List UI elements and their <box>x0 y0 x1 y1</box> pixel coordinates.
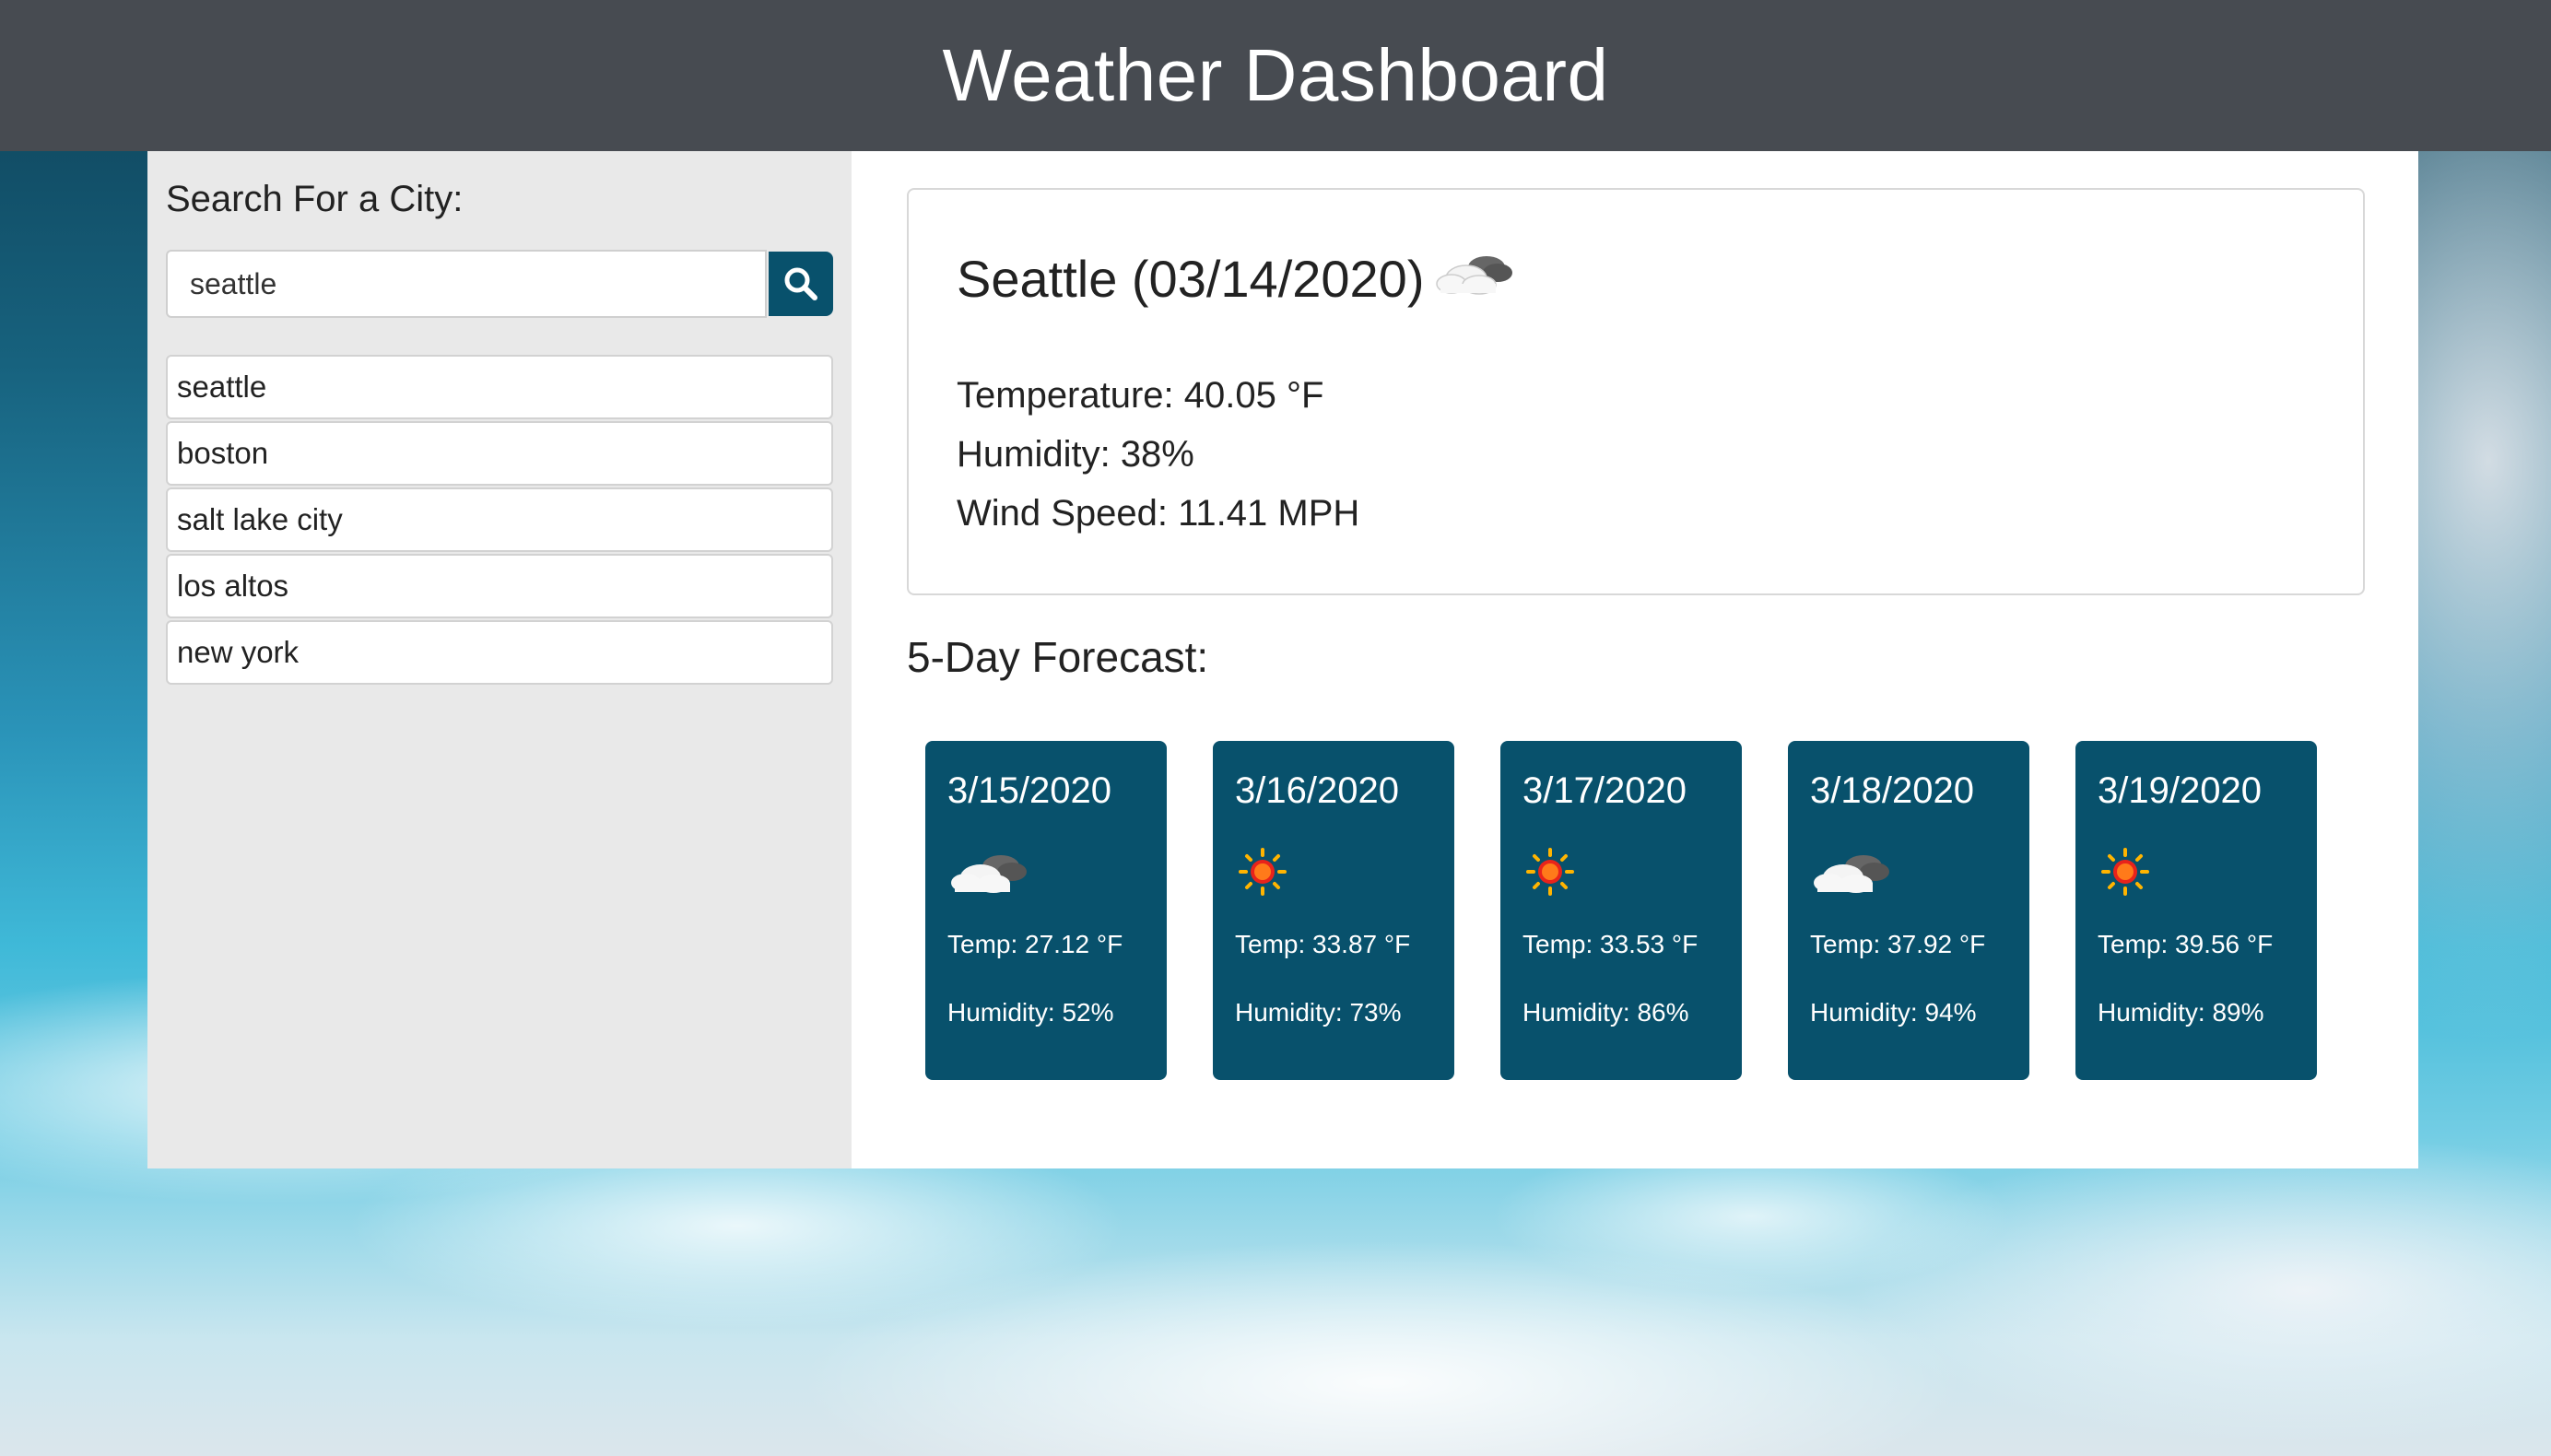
sun-icon <box>1235 840 1432 904</box>
current-weather-card: Seattle (03/14/2020) Temperature: 40.05 … <box>907 188 2365 595</box>
forecast-card: 3/18/2020 Temp: 37.92 °F Humidity: 94% <box>1788 741 2029 1080</box>
sun-icon <box>1522 840 1720 904</box>
forecast-temp: Temp: 33.53 °F <box>1522 930 1699 958</box>
history-item[interactable]: new york <box>166 620 833 685</box>
forecast-heading: 5-Day Forecast: <box>907 633 1209 681</box>
forecast-temp: Temp: 33.87 °F <box>1235 930 1411 958</box>
forecast-temp: Temp: 37.92 °F <box>1810 930 1986 958</box>
forecast-humidity: Humidity: 52% <box>947 998 1114 1027</box>
forecast-card: 3/17/2020 Temp: 33.53 °F Humidity: 86% <box>1500 741 1742 1080</box>
search-history-list: seattle boston salt lake city los altos … <box>166 355 833 685</box>
forecast-card: 3/16/2020 Temp: 33.87 °F Humidity: 73% <box>1213 741 1454 1080</box>
forecast-temp: Temp: 27.12 °F <box>947 930 1123 958</box>
search-row <box>166 250 833 318</box>
forecast-card: 3/19/2020 Temp: 39.56 °F Humidity: 89% <box>2075 741 2317 1080</box>
current-city-date: Seattle (03/14/2020) <box>957 250 1425 308</box>
history-item[interactable]: boston <box>166 421 833 486</box>
current-humidity: Humidity: 38% <box>957 434 1194 475</box>
partly-cloudy-icon <box>947 840 1145 904</box>
sun-icon <box>2098 840 2295 904</box>
city-search-input[interactable] <box>166 250 767 318</box>
forecast-date: 3/17/2020 <box>1522 770 1687 811</box>
search-icon <box>784 267 817 300</box>
forecast-humidity: Humidity: 86% <box>1522 998 1689 1027</box>
partly-cloudy-icon <box>1433 245 1516 312</box>
search-label: Search For a City: <box>166 179 464 219</box>
forecast-date: 3/15/2020 <box>947 770 1111 811</box>
current-title-row: Seattle (03/14/2020) <box>957 245 2315 312</box>
dashboard-container: Search For a City: seattle boston salt l… <box>147 151 2418 1168</box>
forecast-row: 3/15/2020 Temp: 27.12 °F Humidity: 52% 3… <box>925 741 2363 1080</box>
forecast-card: 3/15/2020 Temp: 27.12 °F Humidity: 52% <box>925 741 1167 1080</box>
search-button[interactable] <box>769 252 833 316</box>
forecast-humidity: Humidity: 89% <box>2098 998 2264 1027</box>
page-header: Weather Dashboard <box>0 0 2551 151</box>
forecast-date: 3/18/2020 <box>1810 770 1974 811</box>
forecast-date: 3/16/2020 <box>1235 770 1399 811</box>
page-title: Weather Dashboard <box>942 34 1609 116</box>
forecast-date: 3/19/2020 <box>2098 770 2262 811</box>
forecast-temp: Temp: 39.56 °F <box>2098 930 2274 958</box>
current-wind-speed: Wind Speed: 11.41 MPH <box>957 493 1360 534</box>
forecast-humidity: Humidity: 94% <box>1810 998 1977 1027</box>
history-item[interactable]: seattle <box>166 355 833 419</box>
partly-cloudy-icon <box>1810 840 2007 904</box>
sidebar: Search For a City: seattle boston salt l… <box>147 151 852 1168</box>
history-item[interactable]: salt lake city <box>166 487 833 552</box>
current-stats: Temperature: 40.05 °F Humidity: 38% Wind… <box>957 366 2315 543</box>
current-temperature: Temperature: 40.05 °F <box>957 375 1324 416</box>
main-panel: Seattle (03/14/2020) Temperature: 40.05 … <box>852 151 2418 1168</box>
history-item[interactable]: los altos <box>166 554 833 618</box>
forecast-humidity: Humidity: 73% <box>1235 998 1402 1027</box>
